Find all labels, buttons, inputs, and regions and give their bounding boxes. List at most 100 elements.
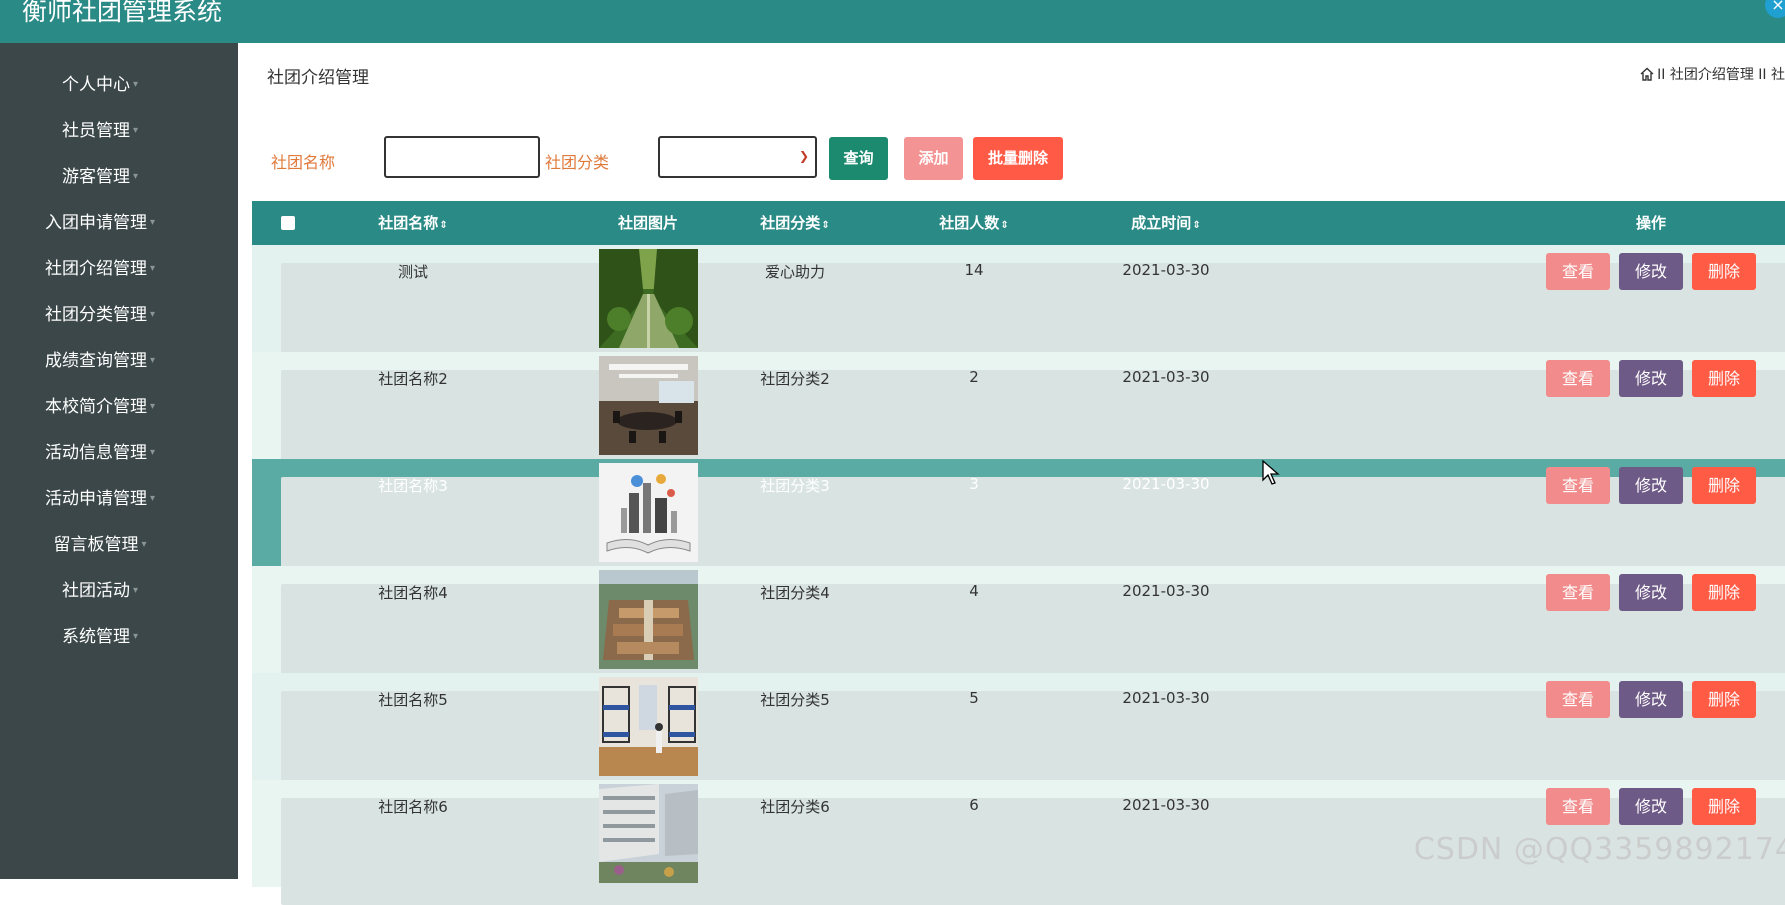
sidebar-item-visitors[interactable]: 游客管理 ▾ [0, 162, 200, 192]
sidebar-item-activity-requests[interactable]: 活动申请管理 ▾ [0, 484, 200, 514]
cell-club-name: 社团名称6 [378, 798, 448, 816]
open-book-image [599, 463, 698, 562]
sidebar-item-club-activities[interactable]: 社团活动 ▾ [0, 576, 200, 606]
edit-button[interactable]: 修改 [1619, 253, 1683, 290]
edit-button[interactable]: 修改 [1619, 574, 1683, 611]
sort-icon[interactable]: ⇕ [1000, 220, 1008, 231]
sidebar-item-system[interactable]: 系统管理 ▾ [0, 622, 200, 652]
header-club-members[interactable]: 社团人数⇕ [914, 201, 1034, 245]
club-image-thumbnail[interactable] [599, 784, 698, 883]
club-image-thumbnail[interactable] [599, 356, 698, 455]
delete-button[interactable]: 删除 [1692, 788, 1756, 825]
chevron-down-icon: ▾ [149, 263, 156, 274]
cell-club-category: 爱心助力 [764, 263, 825, 281]
cell-club-category: 社团分类2 [760, 370, 830, 388]
sidebar-item-personal-center[interactable]: 个人中心 ▾ [0, 70, 200, 100]
header-club-name[interactable]: 社团名称⇕ [353, 201, 473, 245]
delete-button[interactable]: 删除 [1692, 467, 1756, 504]
app-title: 衡师社团管理系统 [22, 0, 223, 26]
cell-club-members: 4 [969, 582, 979, 600]
delete-button[interactable]: 删除 [1692, 360, 1756, 397]
table-row: 社团名称5 社团分类5 5 2021-03-30 查看 修改 删除 [252, 673, 1785, 798]
edit-button[interactable]: 修改 [1619, 467, 1683, 504]
view-button[interactable]: 查看 [1546, 253, 1610, 290]
dormitory-image [599, 677, 698, 776]
edit-button[interactable]: 修改 [1619, 788, 1683, 825]
header-founded-date[interactable]: 成立时间⇕ [1106, 201, 1226, 245]
breadcrumb: II 社团介绍管理 II 社 [1640, 64, 1785, 84]
chevron-down-icon: ▾ [149, 217, 156, 228]
header-club-image: 社团图片 [617, 214, 678, 232]
chevron-down-icon: ▾ [132, 125, 139, 136]
delete-button[interactable]: 删除 [1692, 574, 1756, 611]
sidebar-item-grades[interactable]: 成绩查询管理 ▾ [0, 346, 200, 376]
chevron-down-icon: ▾ [149, 309, 156, 320]
sidebar-item-label: 本校简介管理 [44, 397, 147, 417]
batch-delete-button[interactable]: 批量删除 [973, 137, 1063, 180]
close-icon[interactable]: × [1765, 0, 1785, 18]
breadcrumb-text[interactable]: II 社团介绍管理 II 社 [1657, 67, 1785, 83]
sort-icon[interactable]: ⇕ [821, 220, 829, 231]
chevron-down-icon: ❯ [798, 149, 809, 163]
table-row: 社团名称4 社团分类4 4 2021-03-30 查看 修改 删除 [252, 566, 1785, 691]
header-label: 成立时间 [1131, 214, 1192, 232]
club-image-thumbnail[interactable] [599, 570, 698, 669]
add-button[interactable]: 添加 [904, 137, 963, 180]
page-title: 社团介绍管理 [267, 68, 369, 88]
cell-founded-date: 2021-03-30 [1122, 368, 1210, 386]
cell-club-members: 6 [969, 796, 979, 814]
header-label: 社团人数 [939, 214, 1000, 232]
sidebar-item-message-board[interactable]: 留言板管理 ▾ [0, 530, 200, 560]
trees-avenue-image [599, 249, 698, 348]
sidebar-item-label: 社团活动 [61, 581, 130, 601]
sidebar-item-club-category[interactable]: 社团分类管理 ▾ [0, 300, 200, 330]
sort-icon[interactable]: ⇕ [1192, 220, 1200, 231]
search-button[interactable]: 查询 [829, 137, 888, 180]
delete-button[interactable]: 删除 [1692, 681, 1756, 718]
cell-club-members: 5 [969, 689, 979, 707]
sidebar-item-school-intro[interactable]: 本校简介管理 ▾ [0, 392, 200, 422]
sidebar-item-join-requests[interactable]: 入团申请管理 ▾ [0, 208, 200, 238]
sidebar-item-club-intro[interactable]: 社团介绍管理 ▾ [0, 254, 200, 284]
view-button[interactable]: 查看 [1546, 467, 1610, 504]
sort-icon[interactable]: ⇕ [439, 220, 447, 231]
home-icon[interactable] [1640, 67, 1654, 81]
header-club-category[interactable]: 社团分类⇕ [735, 201, 855, 245]
sidebar-item-label: 社团介绍管理 [44, 259, 147, 279]
sidebar-item-label: 社团分类管理 [44, 305, 147, 325]
select-all-checkbox[interactable] [281, 216, 295, 230]
chevron-down-icon: ▾ [141, 539, 147, 550]
table-header: 社团名称⇕ 社团图片 社团分类⇕ 社团人数⇕ 成立时间⇕ 操作 [252, 201, 1785, 245]
chevron-down-icon: ▾ [149, 493, 156, 504]
cell-club-category: 社团分类5 [760, 691, 830, 709]
club-image-thumbnail[interactable] [599, 463, 698, 562]
chevron-down-icon: ▾ [149, 401, 156, 412]
chevron-down-icon: ▾ [149, 355, 156, 366]
delete-button[interactable]: 删除 [1692, 253, 1756, 290]
view-button[interactable]: 查看 [1546, 788, 1610, 825]
cell-club-name: 社团名称2 [378, 370, 448, 388]
sidebar-item-activity-info[interactable]: 活动信息管理 ▾ [0, 438, 200, 468]
edit-button[interactable]: 修改 [1619, 360, 1683, 397]
top-bar: 衡师社团管理系统 × [0, 0, 1785, 43]
cell-founded-date: 2021-03-30 [1122, 475, 1210, 493]
building-courtyard-image [599, 784, 698, 883]
edit-button[interactable]: 修改 [1619, 681, 1683, 718]
chevron-down-icon: ▾ [132, 79, 139, 90]
club-image-thumbnail[interactable] [599, 249, 698, 348]
cell-club-category: 社团分类3 [760, 477, 830, 495]
view-button[interactable]: 查看 [1546, 360, 1610, 397]
cell-founded-date: 2021-03-30 [1122, 582, 1210, 600]
sidebar-item-label: 系统管理 [61, 627, 130, 647]
view-button[interactable]: 查看 [1546, 681, 1610, 718]
cell-club-members: 3 [969, 475, 979, 493]
club-image-thumbnail[interactable] [599, 677, 698, 776]
view-button[interactable]: 查看 [1546, 574, 1610, 611]
sidebar-item-label: 社员管理 [61, 121, 130, 141]
cell-club-category: 社团分类6 [760, 798, 830, 816]
mouse-cursor-icon [1262, 460, 1280, 485]
club-category-select[interactable]: ❯ [658, 136, 817, 178]
sidebar-item-members[interactable]: 社员管理 ▾ [0, 116, 200, 146]
club-name-input[interactable] [384, 136, 540, 178]
sidebar-item-label: 留言板管理 [53, 535, 139, 555]
